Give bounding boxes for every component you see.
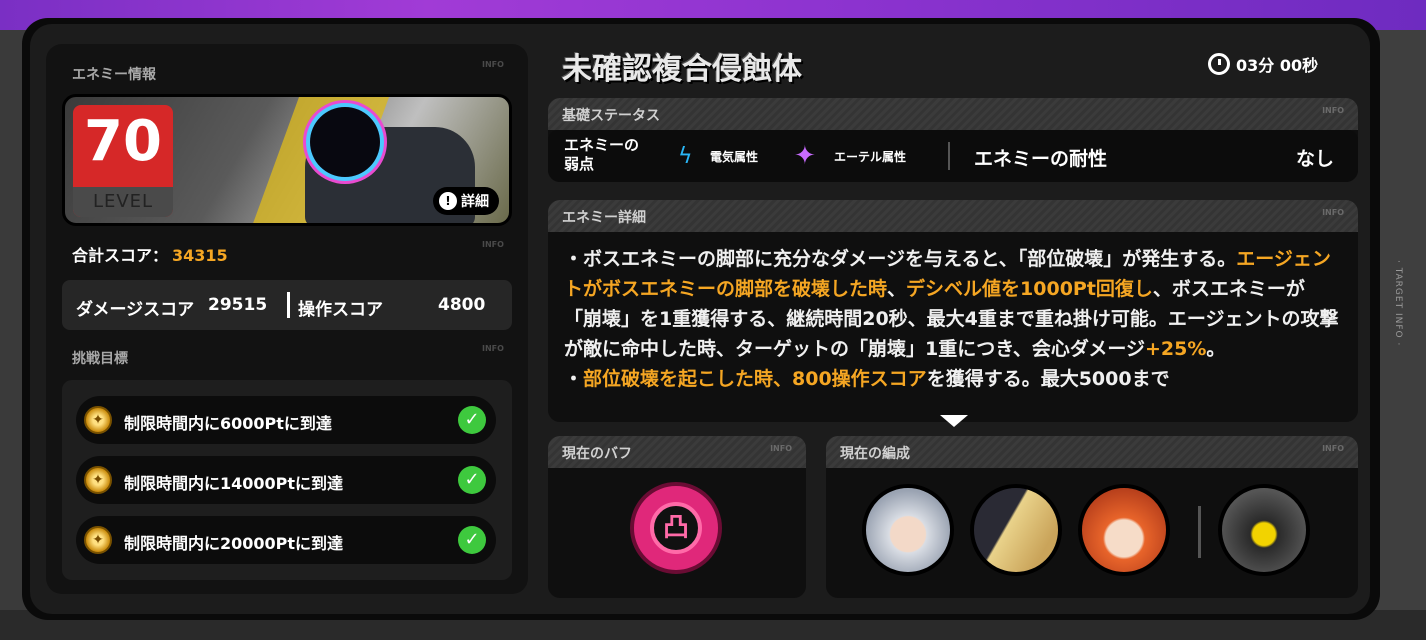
- enemy-name: 未確認複合侵蝕体: [562, 52, 802, 87]
- enemy-detail-label: エネミー詳細: [562, 210, 646, 226]
- weakness-label: エネミーの 弱点: [564, 136, 639, 174]
- medal-icon: ✦: [84, 406, 112, 434]
- box-header: [548, 98, 1358, 130]
- clock-icon: [1208, 53, 1230, 75]
- damage-score-value: 29515: [208, 295, 268, 315]
- goal-item: ✦ 制限時間内に20000Ptに到達 ✓: [76, 516, 496, 564]
- agent-avatar-helmet[interactable]: [970, 484, 1062, 576]
- detail-button-label: 詳細: [461, 194, 489, 210]
- enemy-portrait: 70 LEVEL ! 詳細: [62, 94, 512, 226]
- score-divider: [287, 292, 290, 318]
- detail-text: を獲得する。最大5000まで: [926, 368, 1170, 390]
- basic-status-label: 基礎ステータス: [562, 108, 660, 124]
- ether-icon: ✦: [794, 141, 816, 171]
- check-icon: ✓: [458, 526, 486, 554]
- party-divider: [1198, 506, 1201, 558]
- buff-box: 現在のバフ INFO 凸: [548, 436, 806, 598]
- electric-icon: ϟ: [678, 144, 693, 169]
- goal-item: ✦ 制限時間内に14000Ptに到達 ✓: [76, 456, 496, 504]
- timer-text: 03分 00秒: [1236, 56, 1319, 75]
- operation-score-label: 操作スコア: [298, 300, 383, 320]
- agent-avatar-orange[interactable]: [1078, 484, 1170, 576]
- weakness-electric: 電気属性: [710, 150, 759, 164]
- enemy-orb-art: [310, 107, 380, 177]
- total-score: 合計スコア： 34315: [72, 242, 228, 266]
- box-header: [548, 200, 1358, 232]
- info-tag: INFO: [1322, 208, 1344, 217]
- resistance-label: エネミーの耐性: [974, 148, 1108, 170]
- goal-text: 制限時間内に14000Ptに到達: [124, 474, 344, 493]
- detail-highlight: +25%: [1144, 338, 1207, 360]
- info-tag: INFO: [482, 60, 504, 69]
- buff-label: 現在のバフ: [562, 446, 632, 462]
- level-badge: 70 LEVEL: [73, 105, 173, 217]
- detail-highlight: デシベル値を1000Pt回復し: [906, 278, 1153, 300]
- info-tag: INFO: [482, 344, 504, 353]
- detail-text: ・ボスエネミーの脚部に充分なダメージを与えると、「部位破壊」が発生する。: [564, 248, 1237, 270]
- target-info-label: · TARGET INFO ·: [1393, 260, 1403, 347]
- check-icon: ✓: [458, 406, 486, 434]
- enemy-detail-text: ・ボスエネミーの脚部に充分なダメージを与えると、「部位破壊」が発生する。エージェ…: [564, 244, 1340, 394]
- status-divider: [948, 142, 950, 170]
- operation-score-value: 4800: [438, 295, 486, 315]
- info-tag: INFO: [770, 444, 792, 453]
- challenge-goals: ✦ 制限時間内に6000Ptに到達 ✓ ✦ 制限時間内に14000Ptに到達 ✓…: [62, 380, 512, 580]
- info-tag: INFO: [1322, 444, 1344, 453]
- weakness-ether: エーテル属性: [834, 150, 907, 164]
- party-box: 現在の編成 INFO: [826, 436, 1358, 598]
- detail-text: ・: [564, 368, 584, 390]
- status-row: エネミーの 弱点 ϟ 電気属性 ✦ エーテル属性 エネミーの耐性 なし: [548, 130, 1358, 182]
- info-icon: !: [439, 192, 457, 210]
- enemy-detail-box[interactable]: エネミー詳細 INFO ・ボスエネミーの脚部に充分なダメージを与えると、「部位破…: [548, 200, 1358, 422]
- bangboo-avatar[interactable]: [1218, 484, 1310, 576]
- weakness-label-line1: エネミーの: [564, 136, 640, 154]
- fist-symbol: 凸: [650, 502, 702, 554]
- basic-status-box: 基礎ステータス INFO エネミーの 弱点 ϟ 電気属性 ✦ エーテル属性 エネ…: [548, 98, 1358, 182]
- total-score-label: 合計スコア：: [72, 246, 169, 265]
- info-tag: INFO: [1322, 106, 1344, 115]
- info-tag: INFO: [482, 240, 504, 249]
- score-breakdown: ダメージスコア 29515 操作スコア 4800: [62, 280, 512, 330]
- resistance-value: なし: [1295, 148, 1334, 170]
- weakness-label-line2: 弱点: [564, 155, 595, 173]
- detail-text: 、: [887, 278, 907, 300]
- goal-text: 制限時間内に6000Ptに到達: [124, 414, 332, 433]
- party-label: 現在の編成: [840, 446, 910, 462]
- detail-highlight: 部位破壊を起こした時、800操作スコア: [583, 368, 927, 390]
- level-label: LEVEL: [73, 187, 173, 217]
- challenge-label: 挑戦目標: [72, 351, 128, 367]
- scroll-down-icon[interactable]: [940, 415, 968, 427]
- detail-text: 。: [1206, 338, 1226, 360]
- goal-item: ✦ 制限時間内に6000Ptに到達 ✓: [76, 396, 496, 444]
- total-score-value: 34315: [172, 246, 228, 265]
- enemy-info-label: エネミー情報: [72, 67, 156, 83]
- goal-text: 制限時間内に20000Ptに到達: [124, 534, 344, 553]
- detail-button[interactable]: ! 詳細: [433, 187, 499, 215]
- agent-avatar-silver[interactable]: [862, 484, 954, 576]
- timer: 03分 00秒: [1208, 52, 1318, 76]
- level-number: 70: [84, 109, 162, 174]
- damage-score-label: ダメージスコア: [76, 300, 195, 320]
- check-icon: ✓: [458, 466, 486, 494]
- medal-icon: ✦: [84, 526, 112, 554]
- fist-buff-icon[interactable]: 凸: [630, 482, 722, 574]
- medal-icon: ✦: [84, 466, 112, 494]
